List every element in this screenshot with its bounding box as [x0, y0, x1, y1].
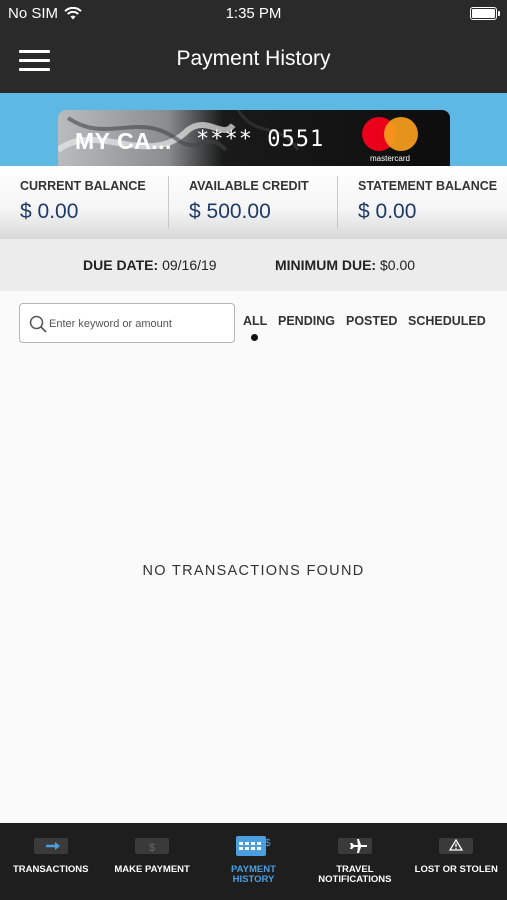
due-date: DUE DATE: 09/16/19: [83, 257, 217, 273]
make-payment-icon: $: [135, 838, 170, 854]
status-time: 1:35 PM: [225, 5, 282, 22]
card-name: MY CA...: [75, 128, 172, 154]
balance-label: STATEMENT BALANCE: [358, 179, 498, 193]
tab-label: PAYMENT HISTORY: [231, 864, 276, 885]
filter-tab-pending[interactable]: PENDING: [278, 314, 335, 328]
balance-label: CURRENT BALANCE: [20, 179, 146, 193]
tab-make-payment[interactable]: $ MAKE PAYMENT: [101, 823, 202, 900]
due-date-value: 09/16/19: [162, 257, 217, 273]
minimum-due: MINIMUM DUE: $0.00: [275, 257, 415, 273]
balance-value: $ 0.00: [358, 200, 417, 223]
tab-label: TRAVEL NOTIFICATIONS: [318, 864, 392, 885]
tab-travel-notifications[interactable]: TRAVEL NOTIFICATIONS: [304, 823, 405, 900]
status-bar: No SIM 1:35 PM: [0, 0, 507, 28]
current-balance: CURRENT BALANCE $ 0.00: [0, 176, 169, 229]
tab-label: TRANSACTIONS: [12, 864, 89, 875]
credit-card-image[interactable]: MY CA... **** 0551 mastercard: [58, 110, 450, 166]
card-banner: MY CA... **** 0551 mastercard: [0, 93, 507, 166]
filter-tab-all[interactable]: ALL: [243, 314, 267, 328]
available-credit: AVAILABLE CREDIT $ 500.00: [169, 176, 338, 229]
search-icon: [29, 315, 47, 333]
nav-bar: Payment History: [0, 28, 507, 93]
filter-tab-posted[interactable]: POSTED: [346, 314, 397, 328]
card-network-label: mastercard: [369, 154, 410, 163]
balance-value: $ 0.00: [20, 200, 79, 223]
payment-history-icon: $: [236, 836, 271, 856]
empty-state-message: NO TRANSACTIONS FOUND: [142, 563, 365, 579]
tab-transactions[interactable]: TRANSACTIONS: [0, 823, 101, 900]
svg-text:$: $: [149, 842, 155, 854]
svg-text:$: $: [265, 838, 271, 849]
minimum-due-label: MINIMUM DUE:: [275, 257, 377, 273]
minimum-due-value: $0.00: [380, 257, 416, 273]
lost-or-stolen-icon: [439, 838, 474, 854]
page-title: Payment History: [176, 47, 331, 70]
balance-label: AVAILABLE CREDIT: [189, 179, 309, 193]
travel-notifications-icon: [337, 838, 372, 854]
balance-value: $ 500.00: [189, 200, 271, 223]
tab-label: MAKE PAYMENT: [114, 864, 190, 875]
transactions-icon: [33, 838, 68, 854]
tab-lost-or-stolen[interactable]: LOST OR STOLEN: [406, 823, 507, 900]
card-number: **** 0551: [196, 127, 325, 152]
due-info-bar: DUE DATE: 09/16/19 MINIMUM DUE: $0.00: [0, 239, 507, 291]
search-box[interactable]: [19, 303, 235, 343]
mastercard-logo: mastercard: [360, 117, 420, 163]
filter-tab-scheduled[interactable]: SCHEDULED: [408, 314, 486, 328]
bottom-tab-bar: TRANSACTIONS $ MAKE PAYMENT $ PAYMENT HIS…: [0, 823, 507, 900]
tab-label: LOST OR STOLEN: [414, 864, 498, 875]
tab-payment-history[interactable]: $ PAYMENT HISTORY: [203, 823, 304, 900]
statement-balance: STATEMENT BALANCE $ 0.00: [338, 176, 507, 229]
active-filter-indicator: [251, 334, 258, 341]
due-date-label: DUE DATE:: [83, 257, 159, 273]
battery-icon: [470, 7, 500, 20]
balance-summary: CURRENT BALANCE $ 0.00 AVAILABLE CREDIT …: [0, 166, 507, 239]
search-input[interactable]: [49, 312, 229, 336]
